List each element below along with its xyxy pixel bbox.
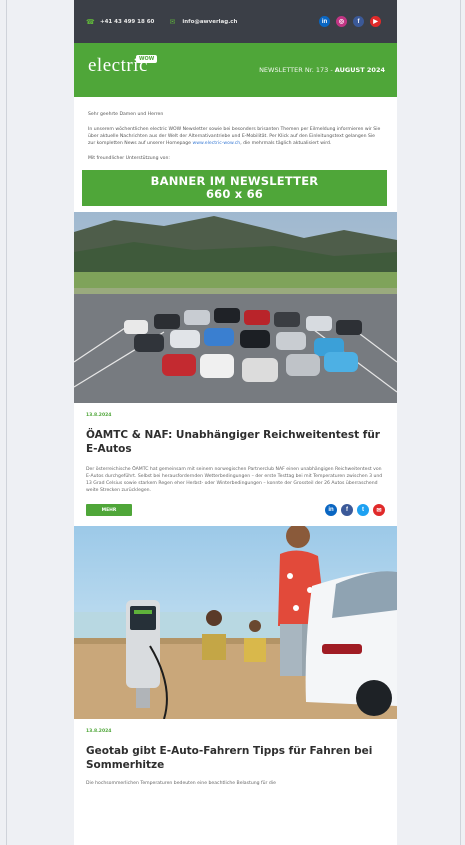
intro-text-end: , die mehrmals täglich aktualisiert wird… (240, 141, 332, 146)
social-links: in ◎ f ▶ (319, 16, 381, 27)
top-contact-bar: ☎ +41 43 499 18 60 ✉ info@awverlag.ch in… (74, 0, 397, 43)
mail-icon: ✉ (169, 17, 176, 26)
electric-cars-photo[interactable] (74, 212, 397, 403)
phone-number: +41 43 499 18 60 (100, 18, 155, 25)
article-geotab: 13.8.2024 Geotab gibt E-Auto-Fahrern Tip… (74, 719, 397, 787)
twitter-icon[interactable]: t (357, 504, 369, 516)
article-date: 13.8.2024 (86, 413, 112, 418)
article-date: 13.8.2024 (86, 729, 112, 734)
sponsor-note: Mit freundlicher Unterstützung von: (88, 156, 170, 161)
article-title[interactable]: ÖAMTC & NAF: Unabhängiger Reichweitentes… (86, 428, 385, 456)
article-title[interactable]: Geotab gibt E-Auto-Fahrern Tipps für Fah… (86, 744, 385, 772)
phone-contact[interactable]: ☎ +41 43 499 18 60 (86, 18, 154, 26)
greeting: Sehr geehrte Damen und Herren (88, 112, 164, 117)
article-teaser: Der österreichische ÖAMTC hat gemeinsam … (86, 467, 383, 493)
summer-charging-photo[interactable] (74, 526, 397, 719)
intro-section: Sehr geehrte Damen und Herren In unserem… (74, 97, 397, 162)
email-contact[interactable]: ✉ info@awverlag.ch (168, 18, 237, 26)
newsletter-header: electric WOW NEWSLETTER Nr. 173 - AUGUST… (74, 43, 397, 97)
more-button[interactable]: MEHR (86, 504, 132, 516)
issue-month: AUGUST 2024 (334, 66, 385, 74)
article-teaser: Die hochsommerlichen Temperaturen bedeut… (86, 781, 276, 786)
phone-icon: ☎ (86, 17, 95, 26)
issue-label: NEWSLETTER Nr. 173 - AUGUST 2024 (259, 66, 385, 74)
youtube-icon[interactable]: ▶ (370, 16, 381, 27)
newsletter: ☎ +41 43 499 18 60 ✉ info@awverlag.ch in… (74, 0, 397, 845)
email-address: info@awverlag.ch (182, 18, 238, 25)
article-reichweitentest: 13.8.2024 ÖAMTC & NAF: Unabhängiger Reic… (74, 403, 397, 516)
instagram-icon[interactable]: ◎ (336, 16, 347, 27)
intro-paragraph: In unserem wöchentlichen electric WOW Ne… (88, 126, 383, 147)
homepage-link[interactable]: www.electric-wow.ch (192, 141, 240, 146)
linkedin-icon[interactable]: in (325, 504, 337, 516)
facebook-icon[interactable]: f (341, 504, 353, 516)
article-actions: MEHR in f t ✉ (86, 504, 385, 516)
facebook-icon[interactable]: f (353, 16, 364, 27)
mail-icon[interactable]: ✉ (373, 504, 385, 516)
banner-line-2: 660 x 66 (205, 187, 264, 201)
ad-banner[interactable]: BANNER IM NEWSLETTER 660 x 66 (82, 170, 387, 206)
share-buttons: in f t ✉ (325, 504, 385, 516)
linkedin-icon[interactable]: in (319, 16, 330, 27)
issue-number: NEWSLETTER Nr. 173 - (259, 66, 335, 74)
wow-badge: WOW (136, 55, 158, 63)
